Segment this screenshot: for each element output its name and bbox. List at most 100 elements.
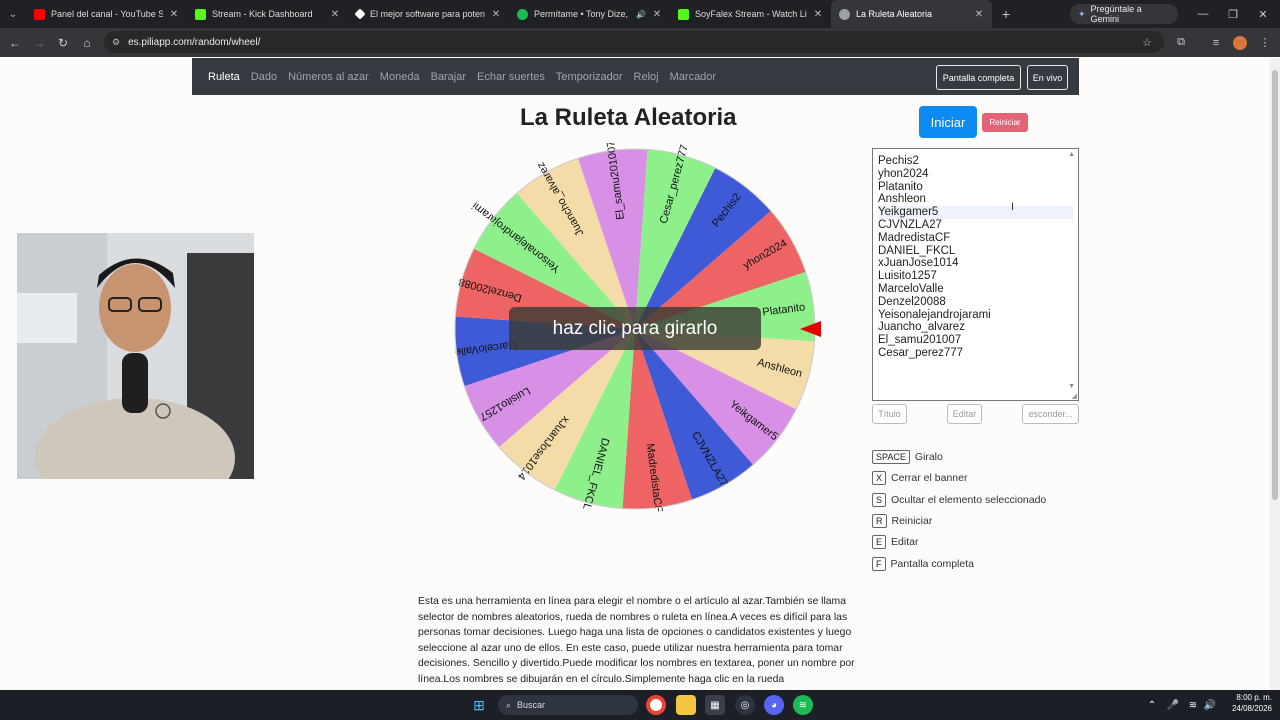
name-line: Yeikgamer5 [878, 206, 1073, 219]
gemini-button[interactable]: ✦ Pregúntale a Gemini [1070, 4, 1178, 24]
title-button[interactable]: Título [872, 404, 907, 424]
close-icon[interactable]: ✕ [813, 9, 823, 20]
name-line: Anshleon [878, 193, 926, 206]
close-window-icon[interactable]: ✕ [1248, 0, 1278, 28]
bookmark-star-icon[interactable]: ☆ [1136, 28, 1158, 57]
close-icon[interactable]: ✕ [491, 9, 501, 20]
name-line: DANIEL_FKCL [878, 244, 956, 257]
speaker-icon[interactable]: 🔊 [636, 10, 646, 19]
reset-button[interactable]: Reiniciar [982, 113, 1028, 132]
browser-tab[interactable]: El mejor software para potenciar ✕ [348, 0, 509, 28]
key-badge: F [872, 557, 886, 571]
browser-tab[interactable]: Permítame • Tony Dize, Yandel 🔊 ✕ [509, 0, 670, 28]
site-navbar: Ruleta Dado Números al azar Moneda Baraj… [192, 58, 1079, 95]
webcam-overlay [17, 233, 254, 479]
nav-temporizador[interactable]: Temporizador [556, 71, 623, 83]
clock-time: 8:00 p. m. [1236, 693, 1272, 702]
maximize-icon[interactable]: ❐ [1218, 0, 1248, 28]
gemini-label: Pregúntale a Gemini [1090, 4, 1142, 24]
kick-icon [678, 8, 689, 20]
nav-ruleta[interactable]: Ruleta [208, 71, 240, 83]
home-icon[interactable]: ⌂ [75, 36, 99, 50]
youtube-icon [34, 8, 45, 20]
close-icon[interactable]: ✕ [652, 9, 662, 20]
name-line: El_samu201007 [878, 334, 962, 347]
fullscreen-button[interactable]: Pantalla completa [936, 65, 1021, 90]
minimize-icon[interactable]: — [1188, 0, 1218, 28]
page-scrollbar[interactable] [1270, 58, 1280, 690]
browser-tab[interactable]: Stream - Kick Dashboard ✕ [187, 0, 348, 28]
tray-chevron-icon[interactable]: ⌃ [1142, 695, 1162, 715]
names-textarea[interactable]: Pechis2 yhon2024 Platanito Anshleon Yeikgame… [872, 148, 1079, 401]
spotify-taskbar-icon[interactable]: ≋ [793, 695, 813, 715]
scrollbar-thumb[interactable] [1272, 70, 1278, 500]
nav-dado[interactable]: Dado [251, 71, 277, 83]
webcam-image [17, 233, 254, 479]
shortcut-label: Giralo [914, 451, 943, 463]
nav-moneda[interactable]: Moneda [380, 71, 420, 83]
browser-tab-active[interactable]: La Ruleta Aleatoria ✕ [831, 0, 992, 28]
live-button[interactable]: En vivo [1027, 65, 1068, 90]
shortcut-e: E Editar [872, 535, 918, 549]
windows-start-icon[interactable]: ⊞ [469, 695, 489, 715]
obs-icon[interactable]: ◎ [735, 695, 755, 715]
close-icon[interactable]: ✕ [330, 9, 340, 20]
media-control-icon[interactable]: ≡ [1205, 28, 1227, 57]
nav-barajar[interactable]: Barajar [431, 71, 466, 83]
tab-title: Stream - Kick Dashboard [212, 9, 313, 19]
scroll-down-arrow-icon[interactable]: ▼ [1068, 383, 1075, 390]
scroll-up-arrow-icon[interactable]: ▲ [1068, 151, 1075, 158]
name-line: Luisito1257 [878, 270, 937, 283]
reload-icon[interactable]: ↻ [51, 36, 75, 50]
taskbar-search[interactable]: ⌕ Buscar [498, 695, 638, 715]
name-line: Juancho_alvarez [878, 321, 965, 334]
url-text: es.piliapp.com/random/wheel/ [128, 36, 261, 48]
site-info-icon[interactable]: ⚙ [112, 37, 120, 48]
hide-button[interactable]: esconder... [1022, 404, 1079, 424]
name-line: Denzel20088 [878, 295, 946, 308]
gemini-sparkle-icon: ✦ [1078, 8, 1086, 19]
volume-icon[interactable]: 🔊 [1200, 695, 1220, 715]
shortcut-r: R Reiniciar [872, 514, 932, 528]
start-button[interactable]: Iniciar [919, 106, 977, 138]
nav-marcador[interactable]: Marcador [670, 71, 716, 83]
spin-overlay[interactable]: haz clic para girarlo [509, 307, 761, 350]
names-list: Pechis2 yhon2024 Platanito Anshleon Yeikgame… [878, 155, 1073, 360]
key-badge: E [872, 535, 887, 549]
tab-title: El mejor software para potenciar [370, 9, 485, 19]
discord-icon[interactable]: ◕ [764, 695, 784, 715]
tab-title: Panel del canal - YouTube Studio [51, 9, 163, 19]
windows-taskbar: ⊞ ⌕ Buscar ▦ ◎ ◕ ≋ ⌃ 🎤 ≋ 🔊 [0, 690, 1280, 720]
nav-reloj[interactable]: Reloj [634, 71, 659, 83]
browser-tab-bar: ⌄ Panel del canal - YouTube Studio ✕ Str… [0, 0, 1280, 28]
tab-title: Permítame • Tony Dize, Yandel [534, 9, 630, 19]
extensions-icon[interactable]: ⧉ [1170, 28, 1192, 57]
url-bar[interactable]: ⚙ es.piliapp.com/random/wheel/ [104, 31, 1164, 53]
resize-grip-icon[interactable]: ◢ [1072, 392, 1077, 400]
search-icon: ⌕ [506, 699, 512, 710]
clock-date: 24/08/2026 [1231, 704, 1272, 713]
store-icon[interactable]: ▦ [705, 695, 725, 715]
more-menu-icon[interactable]: ⋮ [1254, 28, 1276, 57]
shortcut-f: F Pantalla completa [872, 557, 974, 571]
globe-icon [839, 8, 850, 20]
forward-arrow-icon[interactable]: → [27, 36, 51, 50]
nav-numeros[interactable]: Números al azar [288, 71, 369, 83]
browser-tab[interactable]: SoyFalex Stream - Watch Live o ✕ [670, 0, 831, 28]
nav-echar-suertes[interactable]: Echar suertes [477, 71, 545, 83]
profile-avatar[interactable] [1229, 28, 1251, 57]
taskbar-clock[interactable]: 8:00 p. m. 24/08/2026 [1222, 692, 1272, 714]
chrome-icon[interactable] [646, 695, 666, 715]
page-title: La Ruleta Aleatoria [520, 104, 737, 131]
microphone-icon[interactable]: 🎤 [1163, 695, 1183, 715]
close-icon[interactable]: ✕ [169, 9, 179, 20]
file-explorer-icon[interactable] [676, 695, 696, 715]
new-tab-plus-icon[interactable]: + [992, 6, 1020, 22]
spin-overlay-label: haz clic para girarlo [552, 317, 718, 339]
close-icon[interactable]: ✕ [974, 9, 984, 20]
browser-tab[interactable]: Panel del canal - YouTube Studio ✕ [26, 0, 187, 28]
name-line: xJuanJose1014 [878, 257, 959, 270]
edit-button[interactable]: Editar [947, 404, 982, 424]
back-arrow-icon[interactable]: ← [3, 36, 27, 50]
tab-search-chevron-icon[interactable]: ⌄ [0, 0, 26, 28]
